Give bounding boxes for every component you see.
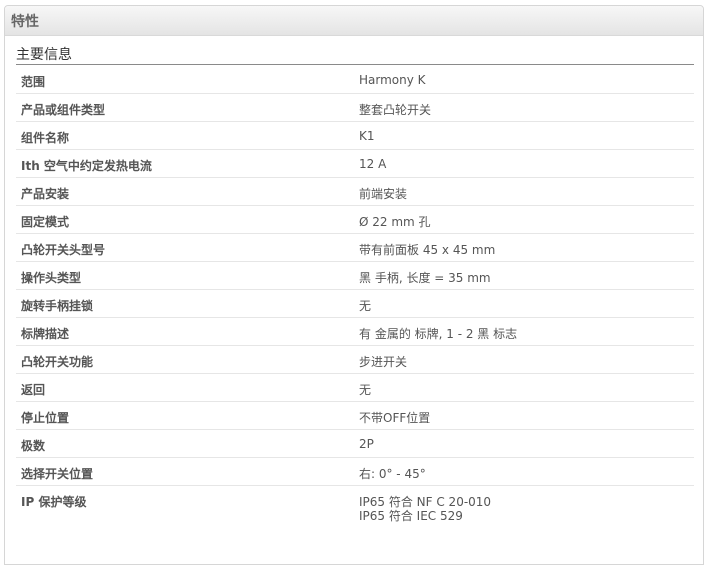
spec-label: 选择开关位置 [21, 467, 94, 481]
spec-row-poles: 极数 2P [16, 430, 694, 458]
spec-label: 凸轮开关头型号 [21, 243, 106, 257]
spec-table: 范围 Harmony K 产品或组件类型 整套凸轮开关 组件名称 K1 Ith … [16, 66, 694, 530]
spec-value: 有 金属的 标牌, 1 - 2 黑 标志 [359, 327, 518, 341]
characteristics-panel: 特性 主要信息 范围 Harmony K 产品或组件类型 整套凸轮开关 组件名称… [4, 5, 704, 565]
spec-row-switch-function: 凸轮开关功能 步进开关 [16, 346, 694, 374]
spec-value: 不带OFF位置 [359, 411, 431, 425]
spec-value: 右: 0° - 45° [359, 467, 426, 481]
spec-row-range: 范围 Harmony K [16, 66, 694, 94]
spec-row-switch-position: 选择开关位置 右: 0° - 45° [16, 458, 694, 486]
spec-label: 旋转手柄挂锁 [21, 299, 94, 313]
spec-value: Ø 22 mm 孔 [359, 215, 431, 229]
panel-title: 特性 [11, 14, 39, 30]
spec-label: 产品安装 [21, 187, 70, 201]
section-divider [16, 64, 694, 65]
spec-row-legend: 标牌描述 有 金属的 标牌, 1 - 2 黑 标志 [16, 318, 694, 346]
spec-row-mounting: 产品安装 前端安装 [16, 178, 694, 206]
spec-label: 极数 [21, 439, 46, 453]
spec-row-padlocking: 旋转手柄挂锁 无 [16, 290, 694, 318]
panel-header [5, 6, 703, 36]
spec-value: K1 [359, 129, 375, 143]
spec-row-return: 返回 无 [16, 374, 694, 402]
spec-value: Harmony K [359, 73, 426, 87]
spec-row-ip-rating: IP 保护等级 IP65 符合 NF C 20-010 IP65 符合 IEC … [16, 486, 694, 530]
spec-row-component-name: 组件名称 K1 [16, 122, 694, 150]
spec-row-fixing-mode: 固定模式 Ø 22 mm 孔 [16, 206, 694, 234]
spec-label: 返回 [21, 383, 46, 397]
spec-row-product-type: 产品或组件类型 整套凸轮开关 [16, 94, 694, 122]
spec-value-secondary: IP65 符合 IEC 529 [359, 509, 463, 523]
spec-label: 标牌描述 [21, 327, 70, 341]
spec-value: 带有前面板 45 x 45 mm [359, 243, 496, 257]
spec-row-operator-type: 操作头类型 黑 手柄, 长度 = 35 mm [16, 262, 694, 290]
spec-label: Ith 空气中约定发热电流 [21, 159, 152, 173]
spec-label: 产品或组件类型 [21, 103, 106, 117]
spec-label: IP 保护等级 [21, 495, 87, 509]
spec-value: 无 [359, 383, 372, 397]
spec-label: 范围 [21, 75, 46, 89]
spec-label: 凸轮开关功能 [21, 355, 94, 369]
spec-label: 组件名称 [21, 131, 70, 145]
spec-value: 整套凸轮开关 [359, 103, 432, 117]
spec-label: 操作头类型 [21, 271, 82, 285]
spec-row-thermal-current: Ith 空气中约定发热电流 12 A [16, 150, 694, 178]
spec-value: 黑 手柄, 长度 = 35 mm [359, 271, 491, 285]
spec-value: 无 [359, 299, 372, 313]
spec-row-stop-position: 停止位置 不带OFF位置 [16, 402, 694, 430]
section-title: 主要信息 [16, 47, 72, 63]
spec-label: 固定模式 [21, 215, 70, 229]
spec-row-head-type: 凸轮开关头型号 带有前面板 45 x 45 mm [16, 234, 694, 262]
spec-value: 前端安装 [359, 187, 408, 201]
spec-value: 2P [359, 437, 374, 451]
spec-value: 12 A [359, 157, 387, 171]
spec-value: 步进开关 [359, 355, 408, 369]
spec-label: 停止位置 [21, 411, 70, 425]
